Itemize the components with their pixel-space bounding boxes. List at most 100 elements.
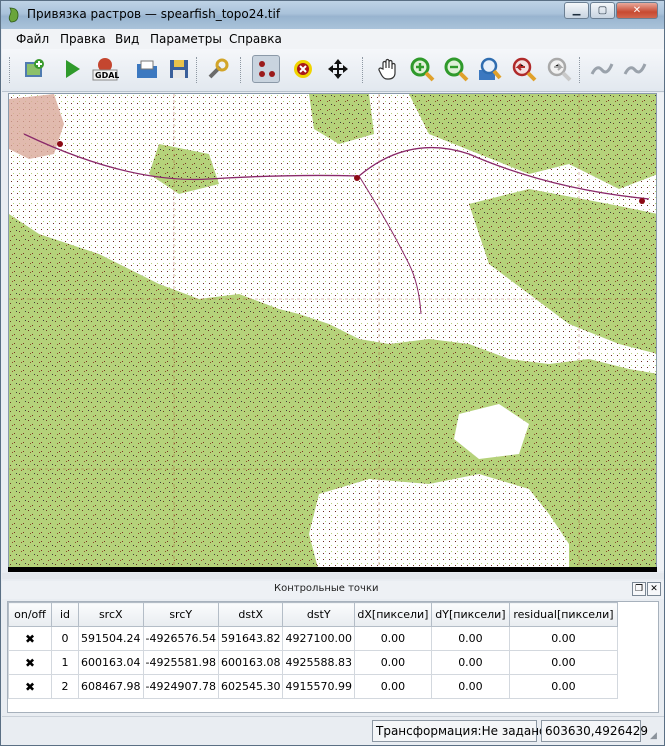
move-point-button[interactable] <box>324 55 352 83</box>
minimize-button[interactable]: ▁ <box>564 2 589 19</box>
col-dsty[interactable]: dstY <box>282 602 355 627</box>
pan-icon <box>378 58 396 80</box>
resize-grip-icon[interactable]: ◢ <box>650 731 657 741</box>
cell-srcy[interactable]: -4926576.54 <box>142 626 219 651</box>
col-residual[interactable]: residual[пиксели] <box>508 602 618 627</box>
toolbar-separator <box>579 57 581 83</box>
cell-id: 2 <box>51 674 79 699</box>
col-dx[interactable]: dX[пиксели] <box>353 602 432 627</box>
map-edge <box>8 567 657 572</box>
cell-id: 0 <box>51 626 79 651</box>
enabled-checkbox[interactable]: ✖ <box>8 626 52 651</box>
start-georeferencing-button[interactable] <box>58 55 86 83</box>
col-dstx[interactable]: dstX <box>217 602 284 627</box>
cell-dstx[interactable]: 600163.08 <box>217 650 284 675</box>
toolbar: GDAL <box>2 49 664 92</box>
topo-raster <box>9 94 656 570</box>
gcp-table-grid: on/off id srcX srcY dstX dstY dX[пиксели… <box>8 602 618 699</box>
enabled-checkbox[interactable]: ✖ <box>8 674 52 699</box>
table-row[interactable]: ✖ 2 608467.98 -4924907.78 602545.30 4915… <box>8 674 618 699</box>
col-srcx[interactable]: srcX <box>78 602 144 627</box>
cell-srcx[interactable]: 600163.04 <box>78 650 144 675</box>
pan-button[interactable] <box>374 55 402 83</box>
close-icon: ✕ <box>650 584 658 594</box>
link-georef-icon <box>590 63 614 75</box>
cell-dy: 0.00 <box>430 674 510 699</box>
zoom-in-button[interactable] <box>408 55 436 83</box>
transform-settings-button[interactable] <box>204 55 232 83</box>
menu-file[interactable]: Файл <box>16 32 49 46</box>
menu-view[interactable]: Вид <box>115 32 139 46</box>
gdal-script-button[interactable]: GDAL <box>91 55 119 83</box>
svg-text:GDAL: GDAL <box>95 71 119 80</box>
save-gcp-icon <box>170 60 188 78</box>
col-dy[interactable]: dY[пиксели] <box>430 602 510 627</box>
maximize-icon: ▢ <box>597 5 608 16</box>
add-point-icon <box>259 61 275 77</box>
col-srcy[interactable]: srcY <box>142 602 219 627</box>
zoom-to-layer-button[interactable] <box>476 55 504 83</box>
dock-float-button[interactable]: ❐ <box>632 582 646 596</box>
transform-settings-icon <box>208 58 229 79</box>
link-qgis-button[interactable] <box>621 55 649 83</box>
zoom-next-button[interactable] <box>545 55 573 83</box>
cell-dsty[interactable]: 4915570.99 <box>282 674 355 699</box>
cell-srcx[interactable]: 591504.24 <box>78 626 144 651</box>
gcp-table[interactable]: on/off id srcX srcY dstX dstY dX[пиксели… <box>7 601 659 713</box>
dock-title-bar[interactable]: Контрольные точки ❐ ✕ <box>2 581 664 599</box>
cell-dy: 0.00 <box>430 650 510 675</box>
cell-srcy[interactable]: -4925581.98 <box>142 650 219 675</box>
title-bar[interactable]: Привязка растров — spearfish_topo24.tif … <box>1 1 664 29</box>
qgis-app-icon <box>8 7 19 23</box>
table-row[interactable]: ✖ 0 591504.24 -4926576.54 591643.82 4927… <box>8 626 618 651</box>
delete-point-icon <box>294 60 312 78</box>
link-qgis-icon <box>623 63 647 75</box>
gcp-marker[interactable] <box>639 198 645 204</box>
delete-point-button[interactable] <box>289 55 317 83</box>
cell-residual: 0.00 <box>508 626 618 651</box>
zoom-out-button[interactable] <box>442 55 470 83</box>
zoom-last-icon <box>512 57 537 82</box>
cell-residual: 0.00 <box>508 650 618 675</box>
add-raster-icon <box>25 59 44 77</box>
toolbar-separator <box>362 57 364 83</box>
col-onoff[interactable]: on/off <box>8 602 52 627</box>
dock-splitter[interactable] <box>2 573 664 579</box>
window-title: Привязка растров — spearfish_topo24.tif <box>27 7 281 21</box>
cell-id: 1 <box>51 650 79 675</box>
cell-srcx[interactable]: 608467.98 <box>78 674 144 699</box>
cell-dstx[interactable]: 591643.82 <box>217 626 284 651</box>
add-point-button[interactable] <box>252 55 280 83</box>
map-canvas[interactable] <box>8 93 657 571</box>
close-icon: ✕ <box>632 5 642 16</box>
gcp-marker[interactable] <box>354 175 360 181</box>
maximize-button[interactable]: ▢ <box>590 2 615 19</box>
load-gcp-icon <box>137 60 157 78</box>
cell-srcy[interactable]: -4924907.78 <box>142 674 219 699</box>
link-georef-button[interactable] <box>588 55 616 83</box>
toolbar-handle[interactable] <box>9 57 11 83</box>
dock-close-button[interactable]: ✕ <box>647 582 661 596</box>
zoom-last-button[interactable] <box>510 55 538 83</box>
table-row[interactable]: ✖ 1 600163.04 -4925581.98 600163.08 4925… <box>8 650 618 675</box>
save-gcp-button[interactable] <box>165 55 193 83</box>
gcp-marker[interactable] <box>57 141 63 147</box>
zoom-layer-icon <box>479 57 502 80</box>
menu-help[interactable]: Справка <box>229 32 282 46</box>
enabled-checkbox[interactable]: ✖ <box>8 650 52 675</box>
load-gcp-button[interactable] <box>133 55 161 83</box>
start-georeferencing-icon <box>66 60 80 78</box>
cell-dstx[interactable]: 602545.30 <box>217 674 284 699</box>
cell-dx: 0.00 <box>353 650 432 675</box>
col-id[interactable]: id <box>51 602 79 627</box>
menu-edit[interactable]: Правка <box>60 32 106 46</box>
cell-dx: 0.00 <box>353 674 432 699</box>
menu-bar: Файл Правка Вид Параметры Справка <box>2 29 664 49</box>
cell-dsty[interactable]: 4927100.00 <box>282 626 355 651</box>
cell-dsty[interactable]: 4925588.83 <box>282 650 355 675</box>
close-button[interactable]: ✕ <box>616 2 658 19</box>
add-raster-button[interactable] <box>20 55 48 83</box>
dock-title: Контрольные точки <box>274 583 379 594</box>
menu-settings[interactable]: Параметры <box>150 32 222 46</box>
zoom-out-icon <box>444 57 469 82</box>
